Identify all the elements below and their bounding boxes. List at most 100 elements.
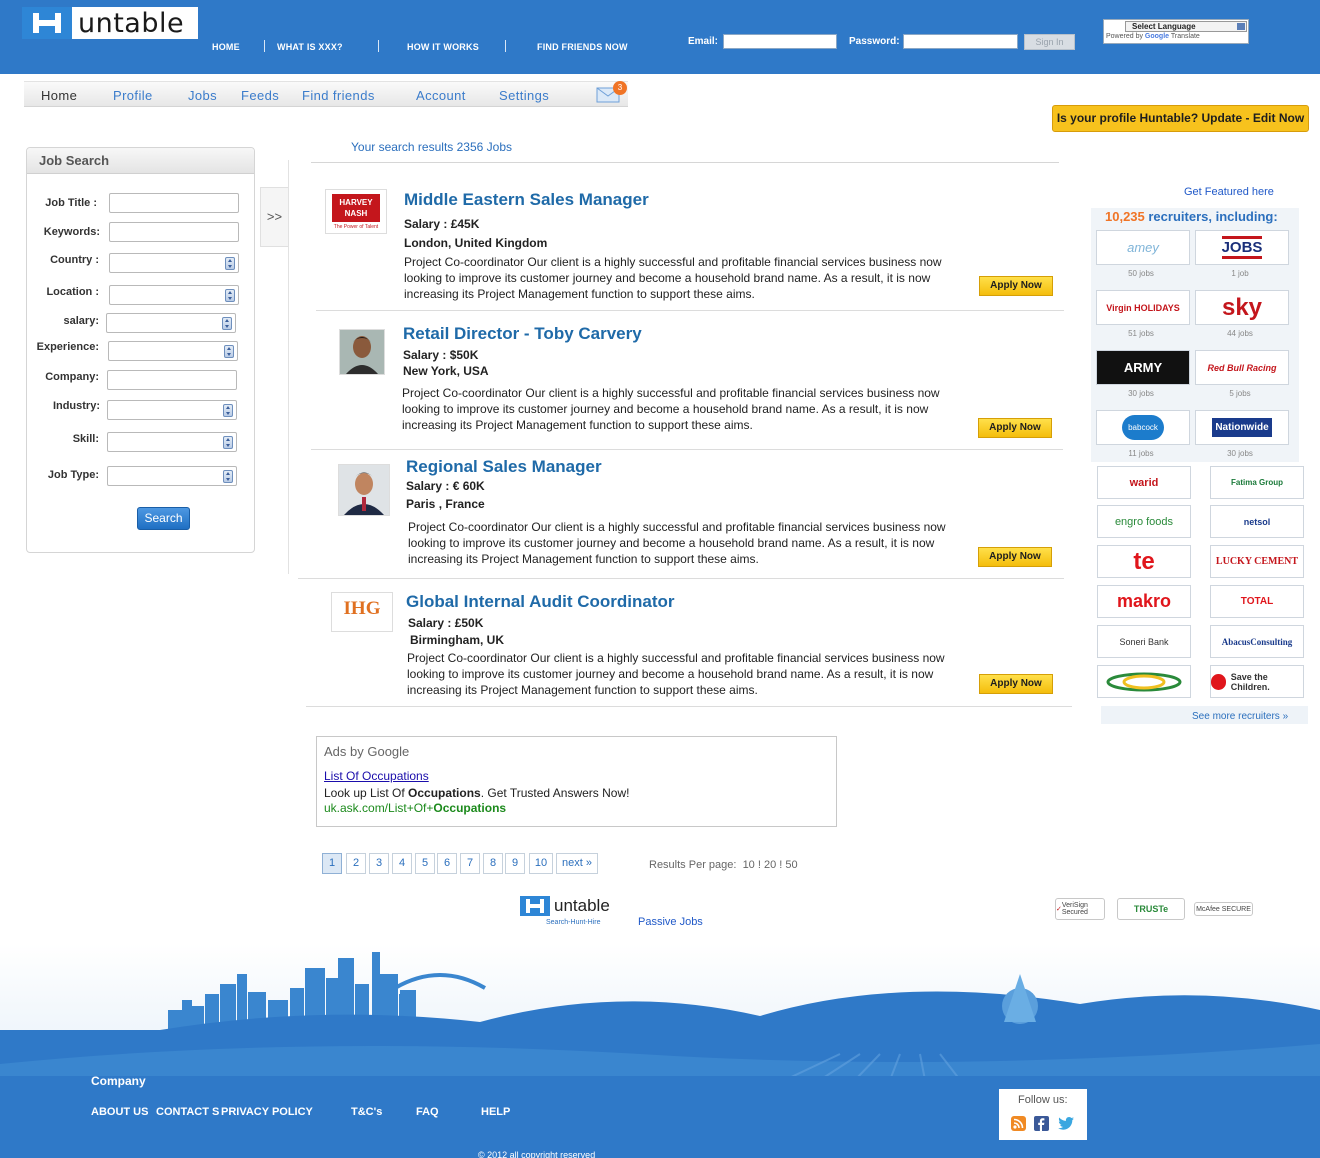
apply-now-button[interactable]: Apply Now bbox=[978, 547, 1052, 567]
get-featured-link[interactable]: Get Featured here bbox=[1184, 186, 1274, 198]
recruiter-job-count: 11 jobs bbox=[1128, 449, 1154, 458]
sign-in-button[interactable]: Sign In bbox=[1024, 34, 1075, 50]
topnav-home[interactable]: HOME bbox=[212, 42, 240, 52]
apply-now-button[interactable]: Apply Now bbox=[979, 276, 1053, 296]
salary-select[interactable] bbox=[106, 313, 236, 333]
subnav-feeds[interactable]: Feeds bbox=[241, 88, 279, 103]
industry-select[interactable] bbox=[107, 400, 237, 420]
recruiter-logo-fatima-group[interactable]: Fatima Group bbox=[1210, 466, 1304, 499]
recruiter-logo-makro[interactable]: makro bbox=[1097, 585, 1191, 618]
mcafee-seal[interactable]: McAfee SECURE bbox=[1194, 902, 1253, 916]
follow-us-label: Follow us: bbox=[1018, 1094, 1068, 1106]
recruiter-logo-nationwide[interactable]: Nationwide bbox=[1195, 410, 1289, 445]
email-input[interactable] bbox=[723, 34, 837, 49]
job-title-link[interactable]: Middle Eastern Sales Manager bbox=[404, 190, 649, 210]
passive-jobs-link[interactable]: Passive Jobs bbox=[638, 916, 703, 928]
recruiter-name: Nationwide bbox=[1212, 418, 1272, 437]
subnav-jobs[interactable]: Jobs bbox=[188, 88, 217, 103]
job-type-select[interactable] bbox=[107, 466, 237, 486]
page-number[interactable]: 3 bbox=[369, 853, 389, 874]
page-number[interactable]: 4 bbox=[392, 853, 412, 874]
recruiter-logo-jobs[interactable]: JOBS bbox=[1195, 230, 1289, 265]
job-title-input[interactable] bbox=[109, 193, 239, 213]
recruiter-name: TOTAL bbox=[1240, 596, 1274, 607]
select-arrows-icon bbox=[222, 317, 232, 330]
subnav-profile[interactable]: Profile bbox=[113, 88, 153, 103]
topnav-what-is[interactable]: WHAT IS XXX? bbox=[277, 42, 343, 52]
per-page-options[interactable]: 10 ! 20 ! 50 bbox=[743, 859, 798, 871]
ad-headline-link[interactable]: List Of Occupations bbox=[324, 769, 429, 783]
collapse-panel-toggle[interactable]: >> bbox=[260, 187, 288, 247]
skill-select[interactable] bbox=[107, 432, 237, 452]
footer-faq-link[interactable]: FAQ bbox=[416, 1106, 439, 1118]
job-title-link[interactable]: Global Internal Audit Coordinator bbox=[406, 592, 675, 612]
subnav-settings[interactable]: Settings bbox=[499, 88, 549, 103]
recruiter-logo-save-the-children[interactable]: Save the Children. bbox=[1210, 665, 1304, 698]
topnav-find-friends[interactable]: FIND FRIENDS NOW bbox=[537, 42, 628, 52]
page-number[interactable]: 8 bbox=[483, 853, 503, 874]
job-salary: Salary : £45K bbox=[404, 217, 480, 231]
twitter-icon[interactable] bbox=[1057, 1116, 1075, 1131]
subnav-home[interactable]: Home bbox=[41, 88, 77, 103]
recruiter-logo-babcock[interactable]: babcock bbox=[1096, 410, 1190, 445]
recruiter-logo-red-bull[interactable]: Red Bull Racing bbox=[1195, 350, 1289, 385]
recruiter-logo-virgin[interactable]: Virgin HOLIDAYS bbox=[1096, 290, 1190, 325]
recruiter-logo-soneri-bank[interactable]: Soneri Bank bbox=[1097, 625, 1191, 658]
keywords-input[interactable] bbox=[109, 222, 239, 242]
recruiter-logo-te[interactable]: te bbox=[1097, 545, 1191, 578]
page-number[interactable]: 6 bbox=[437, 853, 457, 874]
site-logo[interactable]: untable bbox=[22, 7, 198, 39]
see-more-recruiters-link[interactable]: See more recruiters » bbox=[1192, 711, 1288, 722]
recruiter-logo-amey[interactable]: amey bbox=[1096, 230, 1190, 265]
recruiter-logo-lucky-cement[interactable]: LUCKY CEMENT bbox=[1210, 545, 1304, 578]
footer-help-link[interactable]: HELP bbox=[481, 1106, 510, 1118]
search-button[interactable]: Search bbox=[137, 507, 190, 530]
topnav-how-it-works[interactable]: HOW IT WORKS bbox=[407, 42, 479, 52]
profile-update-banner[interactable]: Is your profile Huntable? Update - Edit … bbox=[1052, 105, 1309, 132]
footer-logo[interactable]: untable bbox=[520, 896, 610, 916]
password-input[interactable] bbox=[903, 34, 1018, 49]
experience-select[interactable] bbox=[108, 341, 238, 361]
recruiter-name: te bbox=[1133, 547, 1155, 575]
verisign-seal[interactable]: ✓ VeriSign Secured bbox=[1055, 898, 1105, 920]
next-page-button[interactable]: next » bbox=[556, 853, 598, 874]
footer-privacy-link[interactable]: PRIVACY POLICY bbox=[221, 1106, 313, 1118]
page-number[interactable]: 7 bbox=[460, 853, 480, 874]
recruiter-logo-netsol[interactable]: netsol bbox=[1210, 505, 1304, 538]
recruiter-logo-sky[interactable]: sky bbox=[1195, 290, 1289, 325]
topnav-separator bbox=[378, 40, 379, 52]
ad-body-text: Look up List Of Occupations. Get Trusted… bbox=[324, 786, 629, 800]
truste-seal[interactable]: TRUSTe bbox=[1117, 898, 1185, 920]
subnav-account[interactable]: Account bbox=[416, 88, 466, 103]
country-select[interactable] bbox=[109, 253, 239, 273]
footer-terms-link[interactable]: T&C's bbox=[351, 1106, 382, 1118]
seal-label: VeriSign Secured bbox=[1061, 902, 1088, 916]
recruiter-logo-abacus[interactable]: AbacusConsulting bbox=[1210, 625, 1304, 658]
apply-now-button[interactable]: Apply Now bbox=[979, 674, 1053, 694]
page-number[interactable]: 5 bbox=[415, 853, 435, 874]
apply-now-button[interactable]: Apply Now bbox=[978, 418, 1052, 438]
recruiter-logo-engro-foods[interactable]: engro foods bbox=[1097, 505, 1191, 538]
rss-icon[interactable] bbox=[1011, 1116, 1026, 1131]
company-input[interactable] bbox=[107, 370, 237, 390]
page-number[interactable]: 9 bbox=[505, 853, 525, 874]
facebook-icon[interactable] bbox=[1034, 1116, 1049, 1131]
footer-about-us-link[interactable]: ABOUT US bbox=[91, 1106, 148, 1118]
recruiter-logo-army[interactable]: ARMY bbox=[1096, 350, 1190, 385]
job-title-link[interactable]: Regional Sales Manager bbox=[406, 457, 602, 477]
recruiter-logo-total[interactable]: TOTAL bbox=[1210, 585, 1304, 618]
job-title-label: Job Title : bbox=[45, 197, 97, 209]
ad-url-a: uk.ask.com/List+Of+ bbox=[324, 801, 434, 815]
footer-contact-link[interactable]: CONTACT S bbox=[156, 1106, 219, 1118]
language-select[interactable]: Select Language bbox=[1125, 21, 1247, 32]
location-select[interactable] bbox=[109, 285, 239, 305]
page-number-current[interactable]: 1 bbox=[322, 853, 342, 874]
page-number[interactable]: 2 bbox=[346, 853, 366, 874]
recruiters-heading: 10,235 recruiters, including: bbox=[1105, 209, 1278, 224]
page-number[interactable]: 10 bbox=[529, 853, 553, 874]
subnav-find-friends[interactable]: Find friends bbox=[302, 88, 375, 103]
recruiter-logo-warid[interactable]: warid bbox=[1097, 466, 1191, 499]
ad-display-url[interactable]: uk.ask.com/List+Of+Occupations bbox=[324, 801, 506, 815]
recruiter-logo-unknown[interactable] bbox=[1097, 665, 1191, 698]
job-title-link[interactable]: Retail Director - Toby Carvery bbox=[403, 324, 642, 344]
